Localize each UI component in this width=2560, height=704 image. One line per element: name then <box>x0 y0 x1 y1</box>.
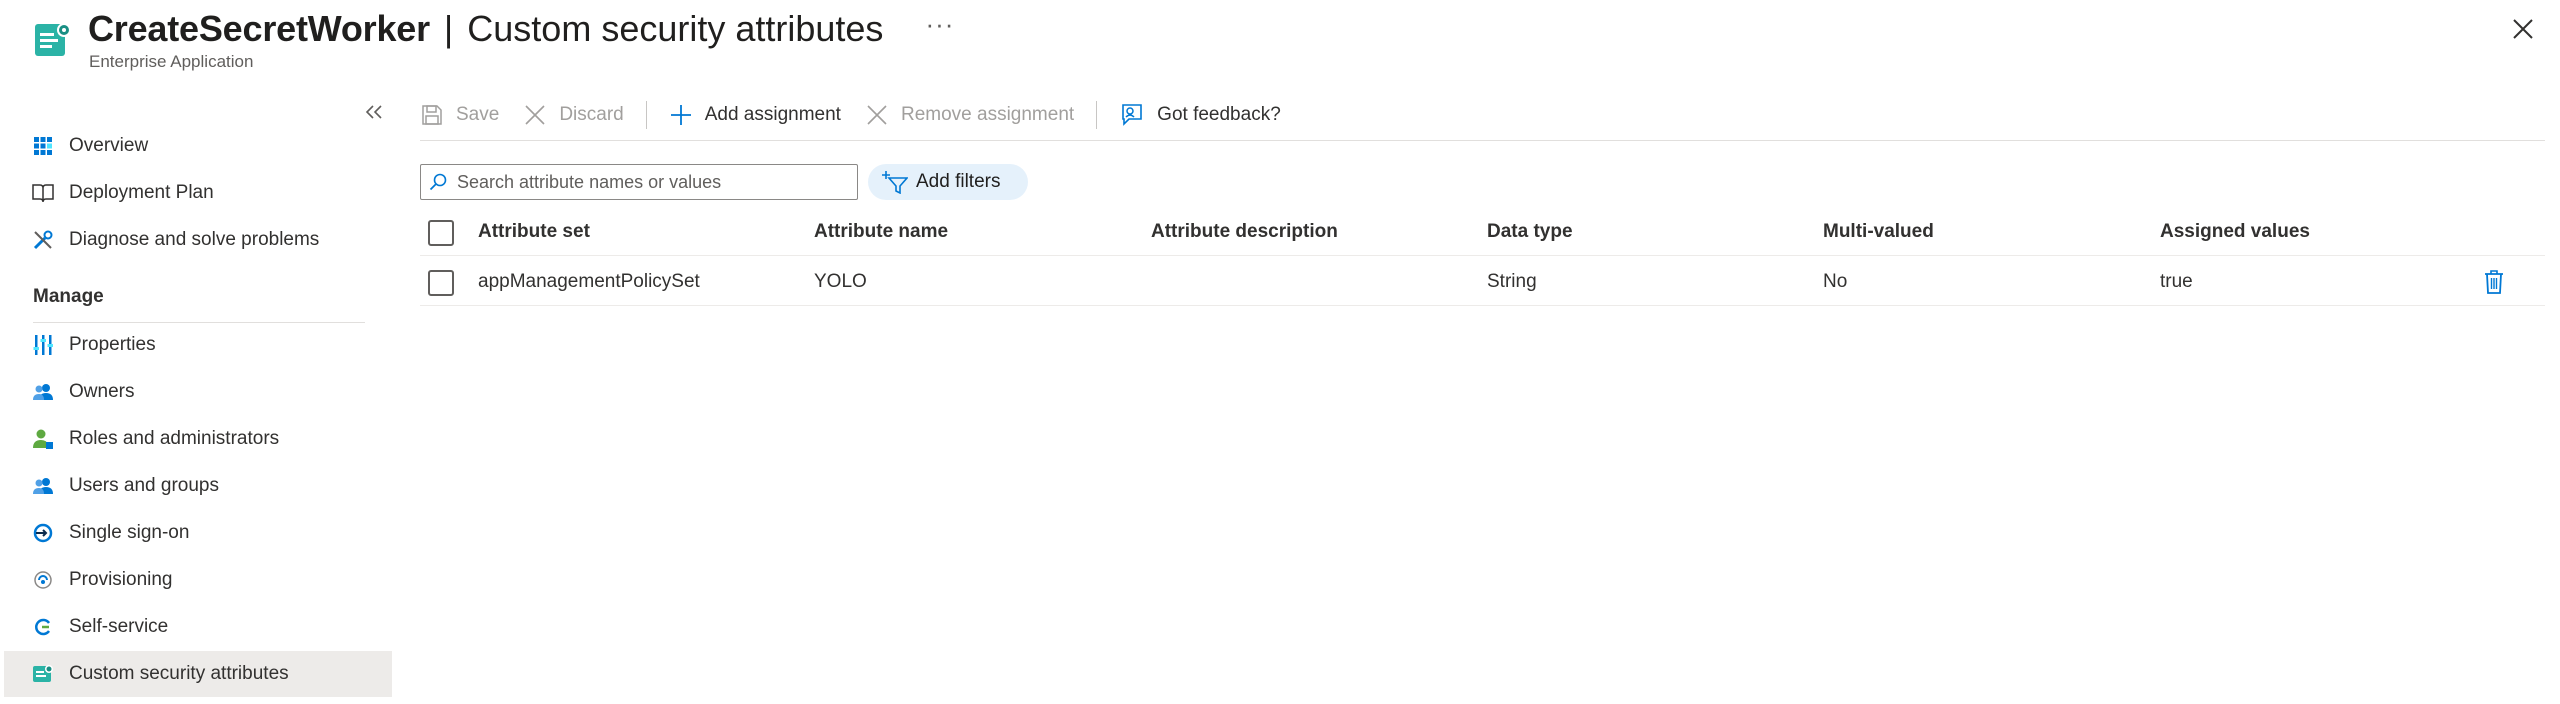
remove-icon <box>867 105 887 125</box>
column-header-attribute-name[interactable]: Attribute name <box>814 208 948 256</box>
save-button[interactable]: Save <box>420 92 499 138</box>
sidebar-item-label: Diagnose and solve problems <box>69 229 320 250</box>
add-filters-label: Add filters <box>916 171 1001 192</box>
sidebar-item-single-sign-on[interactable]: Single sign-on <box>4 510 392 556</box>
sidebar-item-label: Overview <box>69 135 149 156</box>
self-service-icon <box>32 616 54 638</box>
row-checkbox[interactable] <box>428 270 454 296</box>
table-row[interactable]: appManagementPolicySet YOLO String No tr… <box>420 258 2545 306</box>
column-header-assigned-values[interactable]: Assigned values <box>2160 208 2310 256</box>
sidebar-item-properties[interactable]: Properties <box>4 322 392 368</box>
feedback-icon <box>1122 104 1142 126</box>
collapse-sidebar-button[interactable] <box>362 100 386 124</box>
sidebar-item-label: Self-service <box>69 616 169 637</box>
sidebar-item-overview[interactable]: Overview <box>4 123 392 169</box>
remove-assignment-label: Remove assignment <box>900 104 1075 125</box>
save-icon <box>422 105 442 125</box>
sidebar-item-deployment-plan[interactable]: Deployment Plan <box>4 170 392 216</box>
title-separator: | <box>443 8 454 49</box>
sidebar-item-label: Users and groups <box>69 475 219 496</box>
manage-section-title: Manage <box>33 286 104 307</box>
cell-multi-valued: No <box>1823 271 1848 292</box>
page-title: CreateSecretWorker | Custom security att… <box>88 6 954 52</box>
close-icon <box>2513 19 2533 39</box>
person-admin-icon <box>32 428 54 450</box>
trash-icon <box>2485 270 2503 294</box>
book-icon <box>32 182 54 204</box>
column-header-data-type[interactable]: Data type <box>1487 208 1573 256</box>
sso-icon <box>32 522 54 544</box>
toolbar-divider <box>420 140 2545 141</box>
command-bar: Save Discard Add assignment Remove assig… <box>420 92 1281 138</box>
cell-data-type: String <box>1487 271 1537 292</box>
people-icon <box>32 475 54 497</box>
search-box <box>420 164 858 200</box>
cell-attribute-set: appManagementPolicySet <box>478 271 700 292</box>
sidebar-item-owners[interactable]: Owners <box>4 369 392 415</box>
wrench-icon <box>32 229 54 251</box>
sidebar-item-provisioning[interactable]: Provisioning <box>4 557 392 603</box>
remove-assignment-button[interactable]: Remove assignment <box>865 92 1074 138</box>
cell-attribute-name: YOLO <box>814 271 867 292</box>
cell-assigned-values: true <box>2160 271 2193 292</box>
sidebar-item-label: Single sign-on <box>69 522 190 543</box>
discard-icon <box>525 105 545 125</box>
feedback-label: Got feedback? <box>1157 104 1281 125</box>
sidebar-item-self-service[interactable]: Self-service <box>4 604 392 650</box>
toolbar-separator <box>1096 101 1098 129</box>
table-header: Attribute set Attribute name Attribute d… <box>420 208 2545 256</box>
toolbar-separator <box>645 101 647 129</box>
sidebar-item-custom-security-attributes[interactable]: Custom security attributes <box>4 651 392 697</box>
sidebar-item-diagnose[interactable]: Diagnose and solve problems <box>4 217 392 263</box>
sidebar-item-label: Custom security attributes <box>69 663 289 684</box>
search-icon <box>429 173 447 191</box>
sidebar-item-label: Deployment Plan <box>69 182 214 203</box>
sidebar-item-label: Properties <box>69 334 156 355</box>
app-icon <box>33 20 73 60</box>
sidebar-item-label: Provisioning <box>69 569 173 590</box>
add-filters-button[interactable]: Add filters <box>868 164 1028 200</box>
add-assignment-button[interactable]: Add assignment <box>669 92 841 138</box>
grid-icon <box>32 135 54 157</box>
column-header-attribute-description[interactable]: Attribute description <box>1151 208 1338 256</box>
discard-button[interactable]: Discard <box>523 92 624 138</box>
add-filter-icon <box>882 171 908 194</box>
people-icon <box>32 381 54 403</box>
discard-label: Discard <box>559 104 624 125</box>
feedback-button[interactable]: Got feedback? <box>1119 92 1281 138</box>
custom-attributes-icon <box>32 663 54 685</box>
column-header-attribute-set[interactable]: Attribute set <box>478 208 590 256</box>
plus-icon <box>670 105 691 125</box>
search-input[interactable] <box>457 171 847 193</box>
page-subtitle: Enterprise Application <box>89 52 254 71</box>
more-actions-button[interactable]: ··· <box>925 9 954 40</box>
sidebar-item-roles[interactable]: Roles and administrators <box>4 416 392 462</box>
delete-row-button[interactable] <box>2480 268 2508 296</box>
sliders-icon <box>32 334 54 356</box>
save-label: Save <box>456 104 500 125</box>
select-all-checkbox[interactable] <box>428 220 454 246</box>
app-name: CreateSecretWorker <box>88 8 430 49</box>
provisioning-icon <box>32 569 54 591</box>
add-assignment-label: Add assignment <box>704 104 841 125</box>
sidebar-item-users-groups[interactable]: Users and groups <box>4 463 392 509</box>
sidebar-item-label: Roles and administrators <box>69 428 280 449</box>
page-name: Custom security attributes <box>467 8 884 49</box>
sidebar-item-label: Owners <box>69 381 135 402</box>
double-chevron-left-icon <box>365 105 382 119</box>
column-header-multi-valued[interactable]: Multi-valued <box>1823 208 1934 256</box>
close-button[interactable] <box>2508 14 2538 44</box>
